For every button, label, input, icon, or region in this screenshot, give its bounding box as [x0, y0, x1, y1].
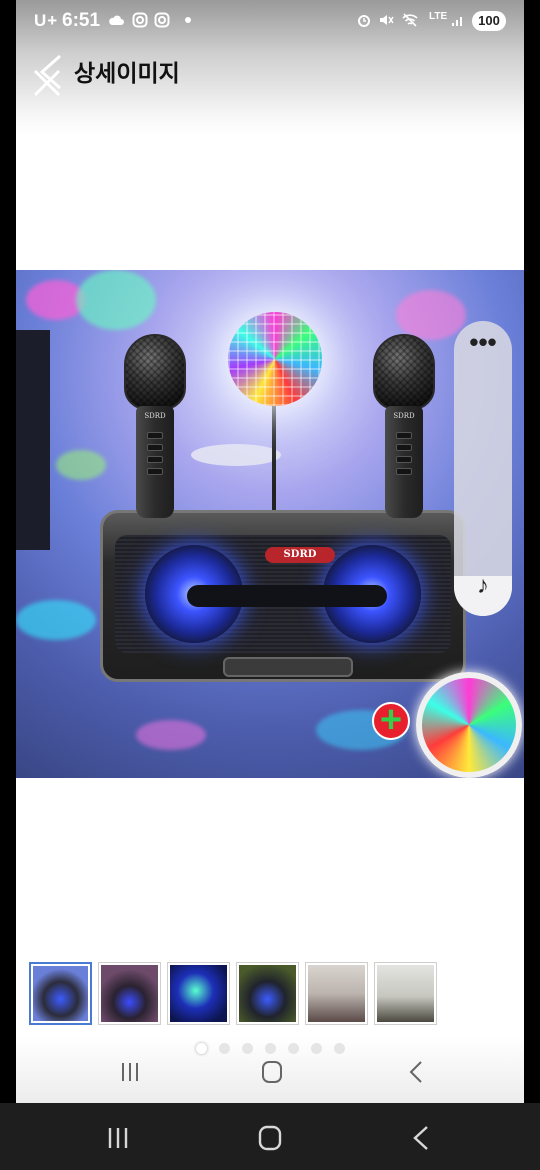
status-time: 6:51: [62, 10, 101, 31]
microphone-right: SDRD: [373, 334, 435, 524]
thumbnail-5[interactable]: [305, 962, 368, 1025]
mic-label: SDRD: [144, 412, 166, 420]
system-nav-bar: [0, 1103, 540, 1170]
music-note-icon[interactable]: ♪: [454, 569, 512, 603]
light-spot: [56, 450, 106, 480]
thumbnail-strip: [16, 962, 524, 1026]
image-viewer: U+ 6:51 LTE 100 상세이미지 SDRD SDRD SDRD + •…: [16, 0, 524, 1103]
light-spot: [396, 290, 466, 340]
instagram-icon: [132, 12, 148, 28]
mic-button: [396, 444, 412, 451]
mic-button: [147, 456, 163, 463]
mic-body: SDRD: [136, 406, 174, 518]
mic-button: [396, 432, 412, 439]
thumbnail-1[interactable]: [29, 962, 92, 1025]
instagram-icon: [154, 12, 170, 28]
page-indicator: [16, 1043, 524, 1057]
page-dot[interactable]: [334, 1043, 345, 1054]
more-horizontal-icon[interactable]: •••: [468, 329, 498, 361]
page-dot[interactable]: [288, 1043, 299, 1054]
thumbnail-image: [101, 965, 158, 1022]
karaoke-speaker: SDRD: [100, 510, 466, 682]
close-icon[interactable]: [32, 68, 62, 98]
thumbnail-image: [239, 965, 296, 1022]
floating-side-panel: ••• ♪: [454, 321, 512, 616]
back-icon[interactable]: [398, 1123, 442, 1153]
home-icon[interactable]: [248, 1123, 292, 1153]
mic-body: SDRD: [385, 406, 423, 518]
brand-logo: SDRD: [265, 547, 335, 563]
disco-stand: [272, 406, 276, 510]
page-title: 상세이미지: [74, 60, 180, 86]
disco-base: [191, 444, 281, 466]
thumbnail-6[interactable]: [374, 962, 437, 1025]
page-dot[interactable]: [265, 1043, 276, 1054]
disco-ball: [228, 312, 322, 406]
mini-disco-ball: [416, 672, 522, 778]
lte-label: LTE: [429, 11, 448, 22]
microphone-left: SDRD: [124, 334, 186, 524]
background-tower: [16, 330, 50, 550]
mic-button: [396, 456, 412, 463]
signal-icon: [452, 17, 462, 26]
carrier-label: U+: [34, 11, 59, 30]
dot-icon: [185, 17, 191, 23]
page-dot[interactable]: [219, 1043, 230, 1054]
mic-label: SDRD: [393, 412, 415, 420]
thumbnail-2[interactable]: [98, 962, 161, 1025]
thumbnail-4[interactable]: [236, 962, 299, 1025]
mute-icon: [380, 15, 394, 25]
page-dot[interactable]: [242, 1043, 253, 1054]
wifi-off-icon: [402, 13, 418, 27]
recents-icon[interactable]: [110, 1059, 150, 1085]
light-spot: [136, 720, 206, 750]
mic-head: [124, 334, 186, 410]
mic-button: [396, 468, 412, 475]
mic-head: [373, 334, 435, 410]
product-image[interactable]: SDRD SDRD SDRD +: [16, 270, 524, 778]
mic-button: [147, 432, 163, 439]
back-icon[interactable]: [396, 1059, 436, 1085]
home-icon[interactable]: [252, 1059, 292, 1085]
thumbnail-3[interactable]: [167, 962, 230, 1025]
thumbnail-image: [33, 966, 88, 1021]
thumbnail-image: [377, 965, 434, 1022]
alarm-icon: [358, 15, 370, 27]
title-row: 상세이미지: [16, 48, 524, 97]
cloud-icon: [109, 15, 124, 25]
thumbnail-image: [170, 965, 227, 1022]
battery-indicator: 100: [472, 11, 506, 31]
speaker-grill: SDRD: [115, 535, 451, 653]
page-dot[interactable]: [196, 1043, 207, 1054]
status-bar: U+ 6:51 LTE 100: [16, 6, 524, 36]
thumbnail-image: [308, 965, 365, 1022]
header: U+ 6:51 LTE 100 상세이미지: [16, 0, 524, 135]
grill-bar: [187, 585, 387, 607]
screen: U+ 6:51 LTE 100 상세이미지 SDRD SDRD SDRD + •…: [0, 0, 540, 1170]
light-spot: [76, 270, 156, 330]
page-dot[interactable]: [311, 1043, 322, 1054]
plus-icon: +: [372, 701, 410, 740]
recents-icon[interactable]: [96, 1123, 140, 1153]
speaker-handle: [223, 657, 353, 677]
mic-button: [147, 444, 163, 451]
light-spot: [16, 600, 96, 640]
mic-button: [147, 468, 163, 475]
